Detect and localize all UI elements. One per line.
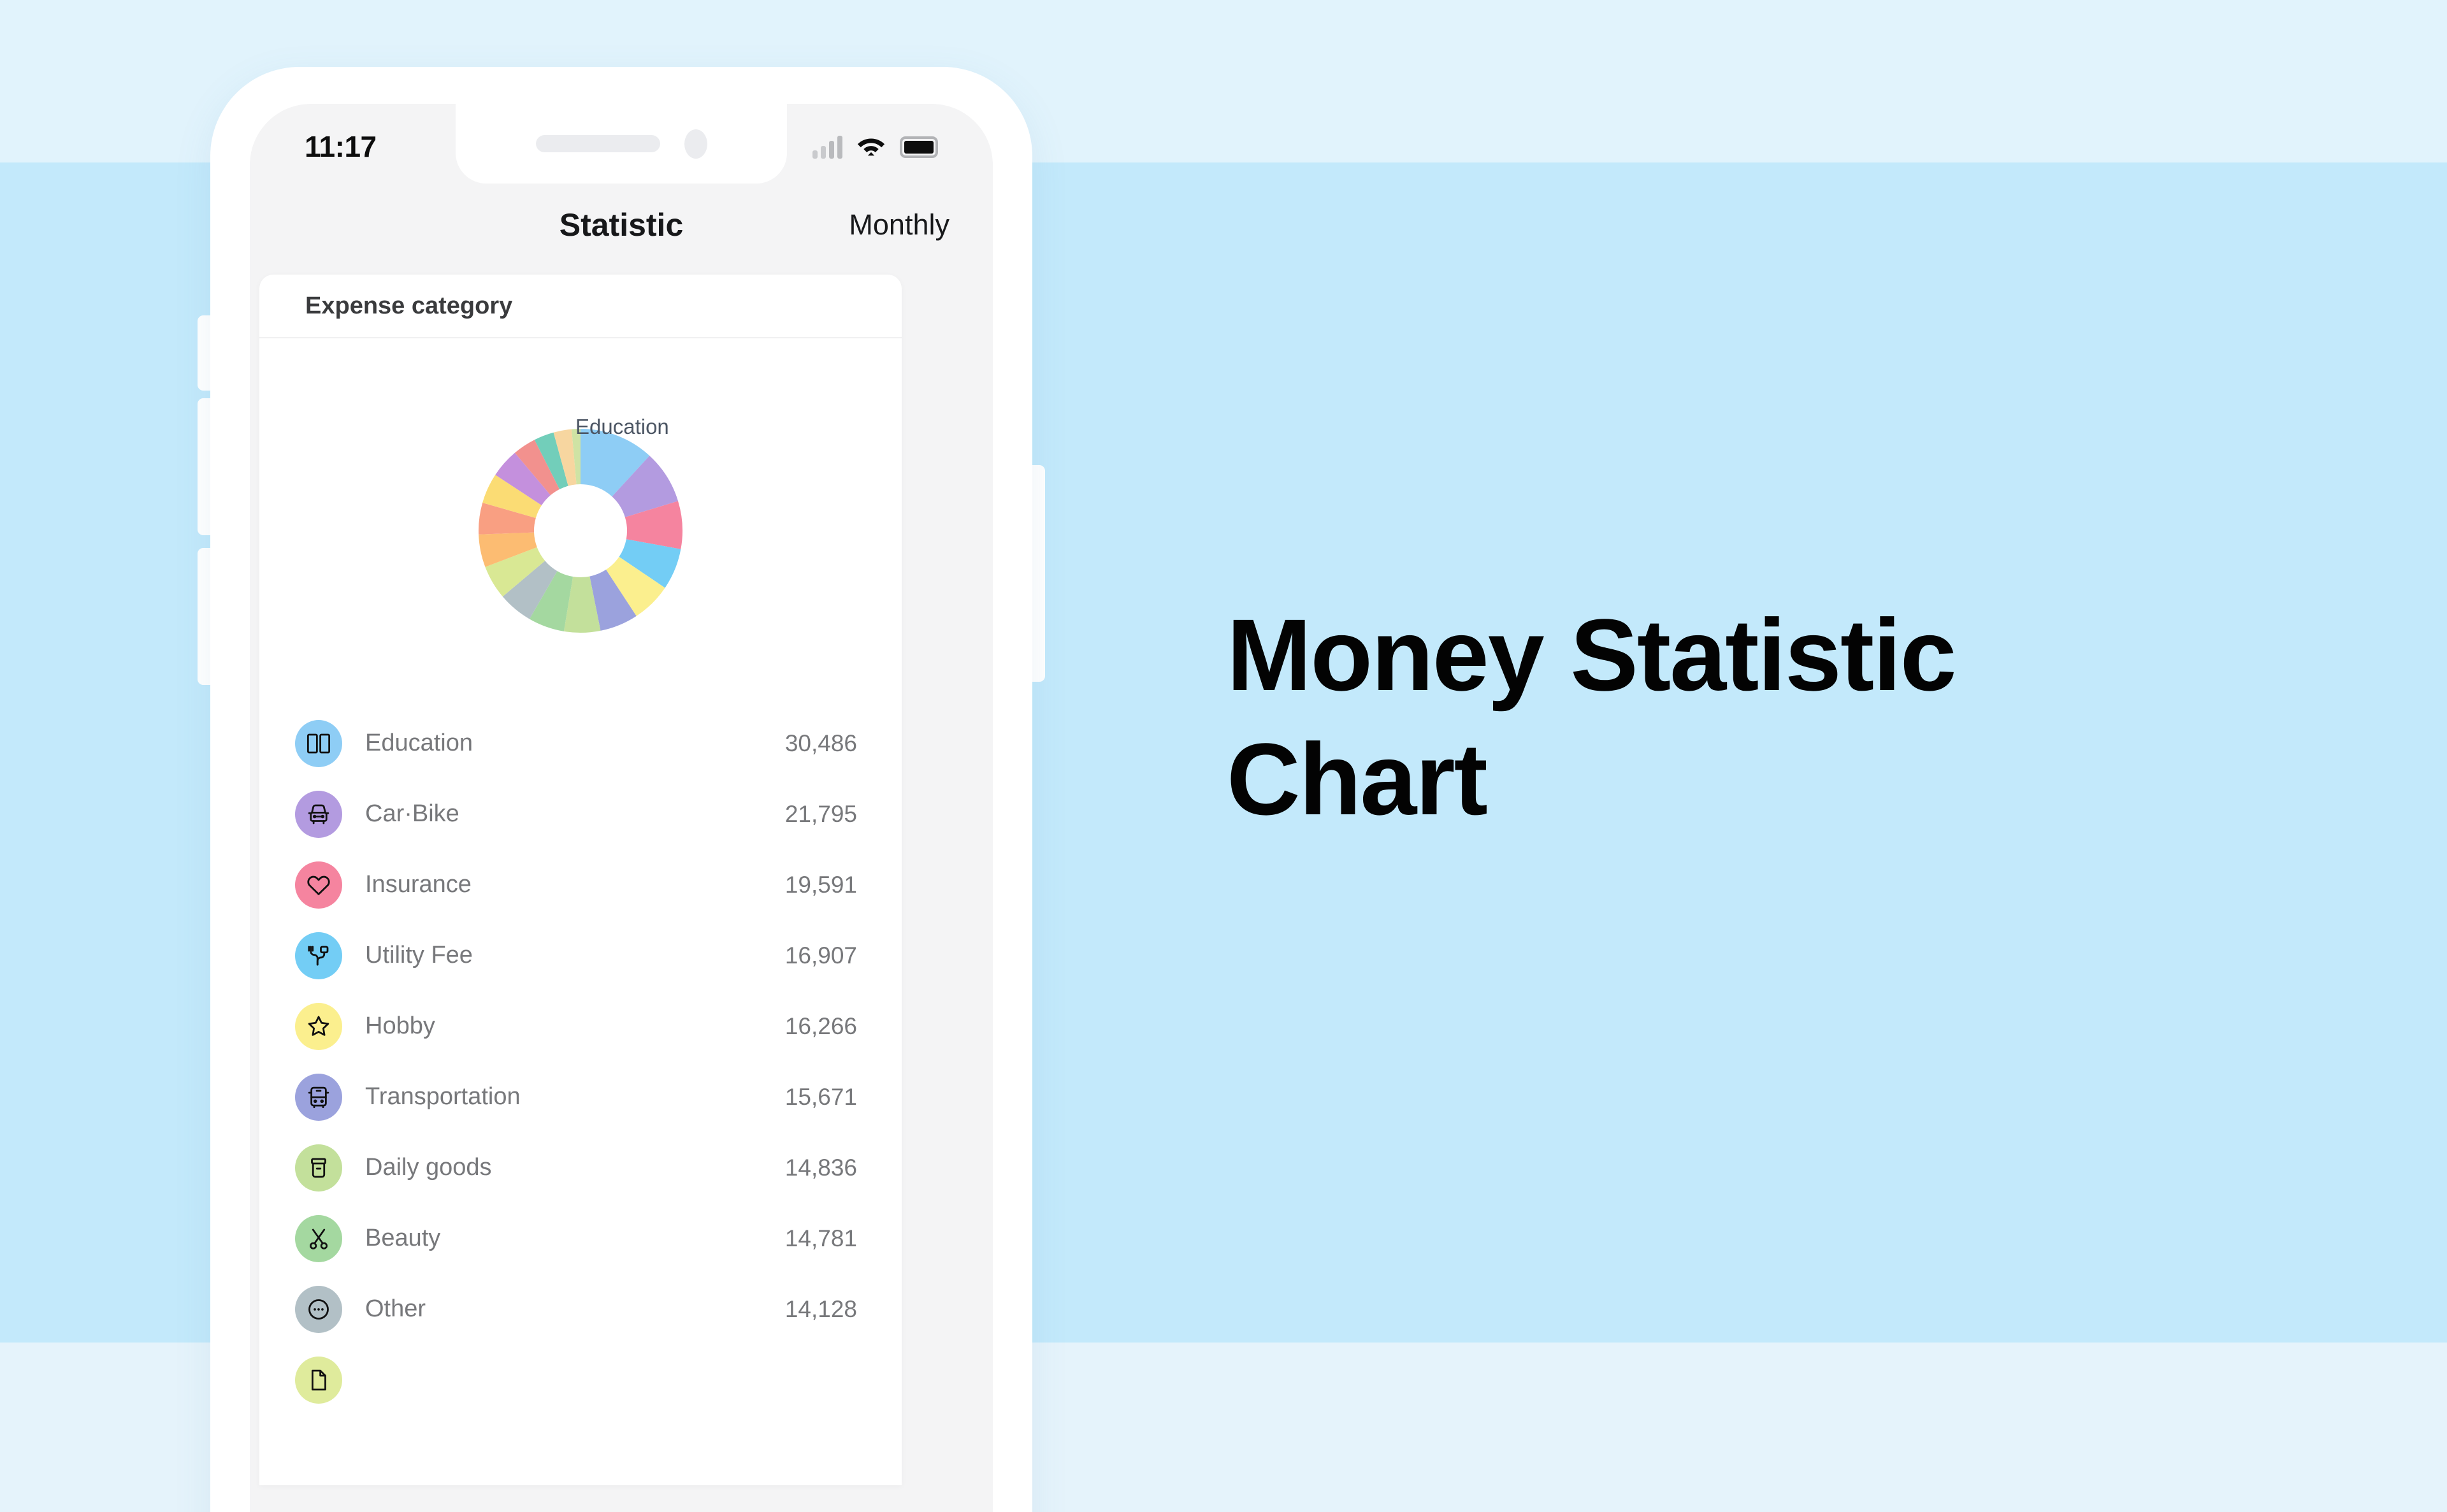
card-title: Expense category <box>305 292 513 319</box>
front-camera-icon <box>684 129 707 159</box>
screen-content: Expense category Education Education 30,4… <box>250 267 993 1512</box>
legend-row-value: 16,266 <box>784 1012 857 1039</box>
legend-row-label: Other <box>365 1295 426 1322</box>
navigation-bar: Statistic Monthly <box>250 184 993 266</box>
legend-row-label: Beauty <box>365 1225 441 1251</box>
expense-legend-list: Education 30,486 Car·Bike 21,795 Insurance 19… <box>259 708 902 1441</box>
cellular-signal-icon <box>812 135 842 159</box>
card-header: Expense category <box>259 275 902 338</box>
book-icon <box>295 719 342 767</box>
legend-row[interactable]: Beauty 14,781 <box>259 1203 902 1274</box>
donut-chart-svg <box>479 429 682 633</box>
legend-row[interactable]: Daily goods 14,836 <box>259 1132 902 1203</box>
promo-headline: Money Statistic Chart <box>1227 593 2310 841</box>
legend-row-value: 21,795 <box>784 800 857 827</box>
document-icon <box>295 1356 342 1404</box>
legend-row-label: Hobby <box>365 1012 435 1039</box>
plug-icon <box>295 932 342 979</box>
legend-row-value: 14,836 <box>784 1154 857 1181</box>
legend-row-label: Insurance <box>365 871 472 898</box>
headline-line-2: Chart <box>1227 722 1488 837</box>
legend-row-label: Utility Fee <box>365 942 473 968</box>
expense-category-card: Expense category Education Education 30,4… <box>259 275 902 1485</box>
phone-device-mockup: 11:17 Statistic Monthly Expense category… <box>210 67 1032 1512</box>
heart-icon <box>295 861 342 909</box>
legend-row[interactable]: Education 30,486 <box>259 708 902 779</box>
scissors-icon <box>295 1214 342 1262</box>
legend-row[interactable]: Utility Fee 16,907 <box>259 920 902 991</box>
legend-row-label: Education <box>365 730 473 756</box>
car-icon <box>295 790 342 838</box>
legend-row[interactable]: Car·Bike 21,795 <box>259 779 902 849</box>
legend-row[interactable]: Hobby 16,266 <box>259 991 902 1062</box>
page-title: Statistic <box>559 207 684 243</box>
bus-icon <box>295 1073 342 1121</box>
battery-icon <box>900 136 938 158</box>
phone-screen: 11:17 Statistic Monthly Expense category… <box>250 104 993 1512</box>
legend-row-value: 15,671 <box>784 1083 857 1110</box>
status-bar-icons <box>812 127 938 160</box>
speaker-grille-icon <box>535 135 660 152</box>
legend-row-value: 30,486 <box>784 730 857 756</box>
legend-row-value: 14,128 <box>784 1295 857 1322</box>
wifi-icon <box>856 134 886 160</box>
legend-row[interactable] <box>259 1344 902 1415</box>
star-icon <box>295 1002 342 1050</box>
legend-row-value: 19,591 <box>784 871 857 898</box>
container-icon <box>295 1144 342 1192</box>
phone-notch <box>456 104 787 184</box>
legend-row-label: Transportation <box>365 1083 521 1110</box>
legend-row[interactable]: Insurance 19,591 <box>259 849 902 920</box>
ellipsis-circle-icon <box>295 1285 342 1333</box>
legend-row-value: 14,781 <box>784 1225 857 1251</box>
legend-row[interactable]: Other 14,128 <box>259 1274 902 1344</box>
legend-row-label: Daily goods <box>365 1154 492 1181</box>
legend-row-value: 16,907 <box>784 942 857 968</box>
legend-row-label: Car·Bike <box>365 800 459 827</box>
status-bar-time: 11:17 <box>305 129 377 163</box>
donut-chart: Education <box>259 338 902 708</box>
legend-row[interactable]: Transportation 15,671 <box>259 1062 902 1132</box>
headline-line-1: Money Statistic <box>1227 598 1957 712</box>
period-selector[interactable]: Monthly <box>849 208 949 241</box>
